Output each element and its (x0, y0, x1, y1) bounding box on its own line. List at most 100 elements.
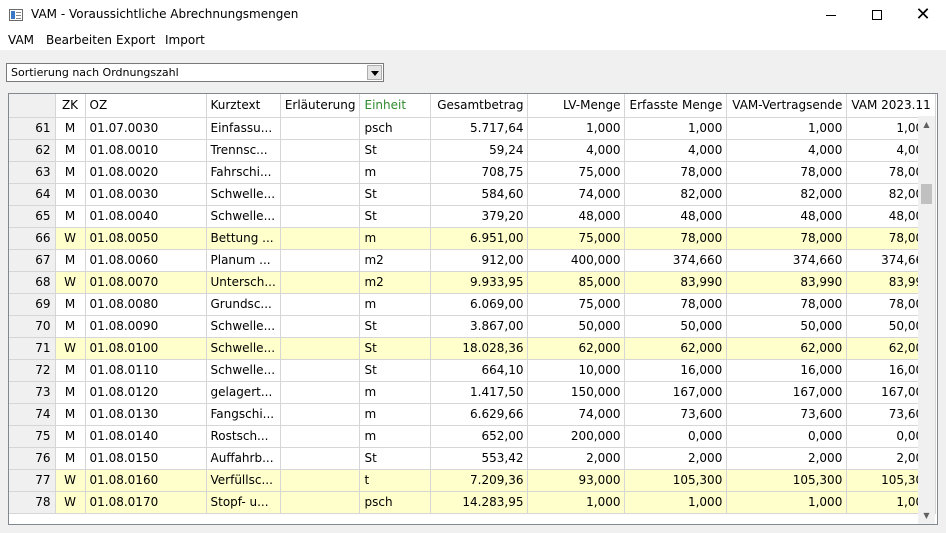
header-vam-vertragsende[interactable]: VAM-Vertragsende (726, 94, 848, 118)
vam-vertragsende-cell[interactable]: 83,990 (726, 271, 848, 294)
table-row[interactable]: 70 M 01.08.0090 Schwelle... St 3.867,00 50,000… (9, 315, 936, 338)
erlaeuterung-cell[interactable] (280, 161, 361, 184)
row-number[interactable]: 69 (9, 293, 56, 316)
einheit-cell[interactable]: St (359, 315, 432, 338)
lv-menge-cell[interactable]: 75,000 (527, 161, 626, 184)
header-oz[interactable]: OZ (85, 94, 207, 118)
oz-cell[interactable]: 01.08.0030 (85, 183, 207, 206)
einheit-cell[interactable]: m (359, 227, 432, 250)
zk-cell[interactable]: W (55, 337, 86, 360)
lv-menge-cell[interactable]: 93,000 (527, 469, 626, 492)
erfasste-menge-cell[interactable]: 62,000 (624, 337, 728, 360)
erfasste-menge-cell[interactable]: 82,000 (624, 183, 728, 206)
einheit-cell[interactable]: St (359, 447, 432, 470)
einheit-cell[interactable]: St (359, 183, 432, 206)
lv-menge-cell[interactable]: 200,000 (527, 425, 626, 448)
lv-menge-cell[interactable]: 1,000 (527, 117, 626, 140)
vam-vertragsende-cell[interactable]: 374,660 (726, 249, 848, 272)
oz-cell[interactable]: 01.08.0020 (85, 161, 207, 184)
gesamtbetrag-cell[interactable]: 3.867,00 (430, 315, 529, 338)
table-row[interactable]: 65 M 01.08.0040 Schwelle... St 379,20 48,000 48… (9, 205, 936, 228)
oz-cell[interactable]: 01.08.0140 (85, 425, 207, 448)
erlaeuterung-cell[interactable] (280, 117, 361, 140)
oz-cell[interactable]: 01.08.0160 (85, 469, 207, 492)
lv-menge-cell[interactable]: 150,000 (527, 381, 626, 404)
einheit-cell[interactable]: St (359, 139, 432, 162)
kurztext-cell[interactable]: Trennsc... (206, 139, 281, 162)
einheit-cell[interactable]: St (359, 359, 432, 382)
row-number[interactable]: 63 (9, 161, 56, 184)
gesamtbetrag-cell[interactable]: 912,00 (430, 249, 529, 272)
lv-menge-cell[interactable]: 74,000 (527, 183, 626, 206)
row-number[interactable]: 65 (9, 205, 56, 228)
zk-cell[interactable]: M (55, 161, 86, 184)
erlaeuterung-cell[interactable] (280, 271, 361, 294)
kurztext-cell[interactable]: Schwelle... (206, 315, 281, 338)
row-number[interactable]: 62 (9, 139, 56, 162)
erlaeuterung-cell[interactable] (280, 337, 361, 360)
einheit-cell[interactable]: m2 (359, 271, 432, 294)
row-number[interactable]: 75 (9, 425, 56, 448)
erfasste-menge-cell[interactable]: 83,990 (624, 271, 728, 294)
einheit-cell[interactable]: m (359, 425, 432, 448)
lv-menge-cell[interactable]: 48,000 (527, 205, 626, 228)
kurztext-cell[interactable]: Stopf- u... (206, 491, 281, 514)
oz-cell[interactable]: 01.08.0090 (85, 315, 207, 338)
erfasste-menge-cell[interactable]: 73,600 (624, 403, 728, 426)
lv-menge-cell[interactable]: 10,000 (527, 359, 626, 382)
vam-vertragsende-cell[interactable]: 78,000 (726, 293, 848, 316)
einheit-cell[interactable]: m (359, 161, 432, 184)
row-number[interactable]: 61 (9, 117, 56, 140)
table-row[interactable]: 67 M 01.08.0060 Planum ... m2 912,00 400,000 37… (9, 249, 936, 272)
header-lv-menge[interactable]: LV-Menge (527, 94, 626, 118)
oz-cell[interactable]: 01.08.0110 (85, 359, 207, 382)
erlaeuterung-cell[interactable] (280, 403, 361, 426)
chevron-down-icon[interactable] (367, 65, 382, 80)
table-row[interactable]: 63 M 01.08.0020 Fahrschi... m 708,75 75,000 78,… (9, 161, 936, 184)
oz-cell[interactable]: 01.08.0170 (85, 491, 207, 514)
table-row[interactable]: 77 W 01.08.0160 Verfüllsc... t 7.209,36 93,000… (9, 469, 936, 492)
table-row[interactable]: 75 M 01.08.0140 Rostsch... m 652,00 200,000 0,0… (9, 425, 936, 448)
lv-menge-cell[interactable]: 62,000 (527, 337, 626, 360)
erlaeuterung-cell[interactable] (280, 183, 361, 206)
table-row[interactable]: 64 M 01.08.0030 Schwelle... St 584,60 74,000 82… (9, 183, 936, 206)
vertical-scrollbar[interactable]: ▲ ▼ (918, 116, 935, 524)
menu-vam[interactable]: VAM (8, 33, 34, 47)
vam-vertragsende-cell[interactable]: 78,000 (726, 161, 848, 184)
erlaeuterung-cell[interactable] (280, 315, 361, 338)
zk-cell[interactable]: M (55, 315, 86, 338)
gesamtbetrag-cell[interactable]: 708,75 (430, 161, 529, 184)
vam-vertragsende-cell[interactable]: 2,000 (726, 447, 848, 470)
lv-menge-cell[interactable]: 1,000 (527, 491, 626, 514)
einheit-cell[interactable]: m (359, 381, 432, 404)
erlaeuterung-cell[interactable] (280, 359, 361, 382)
erlaeuterung-cell[interactable] (280, 491, 361, 514)
vam-vertragsende-cell[interactable]: 82,000 (726, 183, 848, 206)
header-gesamtbetrag[interactable]: Gesamtbetrag (430, 94, 529, 118)
kurztext-cell[interactable]: Fahrschi... (206, 161, 281, 184)
zk-cell[interactable]: W (55, 227, 86, 250)
kurztext-cell[interactable]: Planum ... (206, 249, 281, 272)
table-row[interactable]: 73 M 01.08.0120 gelagert... m 1.417,50 150,000… (9, 381, 936, 404)
lv-menge-cell[interactable]: 75,000 (527, 293, 626, 316)
kurztext-cell[interactable]: Untersch... (206, 271, 281, 294)
oz-cell[interactable]: 01.08.0080 (85, 293, 207, 316)
zk-cell[interactable]: W (55, 491, 86, 514)
gesamtbetrag-cell[interactable]: 59,24 (430, 139, 529, 162)
gesamtbetrag-cell[interactable]: 553,42 (430, 447, 529, 470)
kurztext-cell[interactable]: Auffahrb... (206, 447, 281, 470)
minimize-button[interactable] (808, 0, 854, 30)
gesamtbetrag-cell[interactable]: 6.629,66 (430, 403, 529, 426)
erfasste-menge-cell[interactable]: 1,000 (624, 491, 728, 514)
oz-cell[interactable]: 01.08.0010 (85, 139, 207, 162)
sort-select[interactable]: Sortierung nach Ordnungszahl (6, 63, 384, 82)
row-number[interactable]: 73 (9, 381, 56, 404)
table-row[interactable]: 78 W 01.08.0170 Stopf- u... psch 14.283,95 1,0… (9, 491, 936, 514)
einheit-cell[interactable]: psch (359, 491, 432, 514)
vam-vertragsende-cell[interactable]: 62,000 (726, 337, 848, 360)
row-number[interactable]: 67 (9, 249, 56, 272)
gesamtbetrag-cell[interactable]: 664,10 (430, 359, 529, 382)
oz-cell[interactable]: 01.08.0130 (85, 403, 207, 426)
vam-vertragsende-cell[interactable]: 48,000 (726, 205, 848, 228)
scroll-thumb[interactable] (921, 184, 932, 204)
